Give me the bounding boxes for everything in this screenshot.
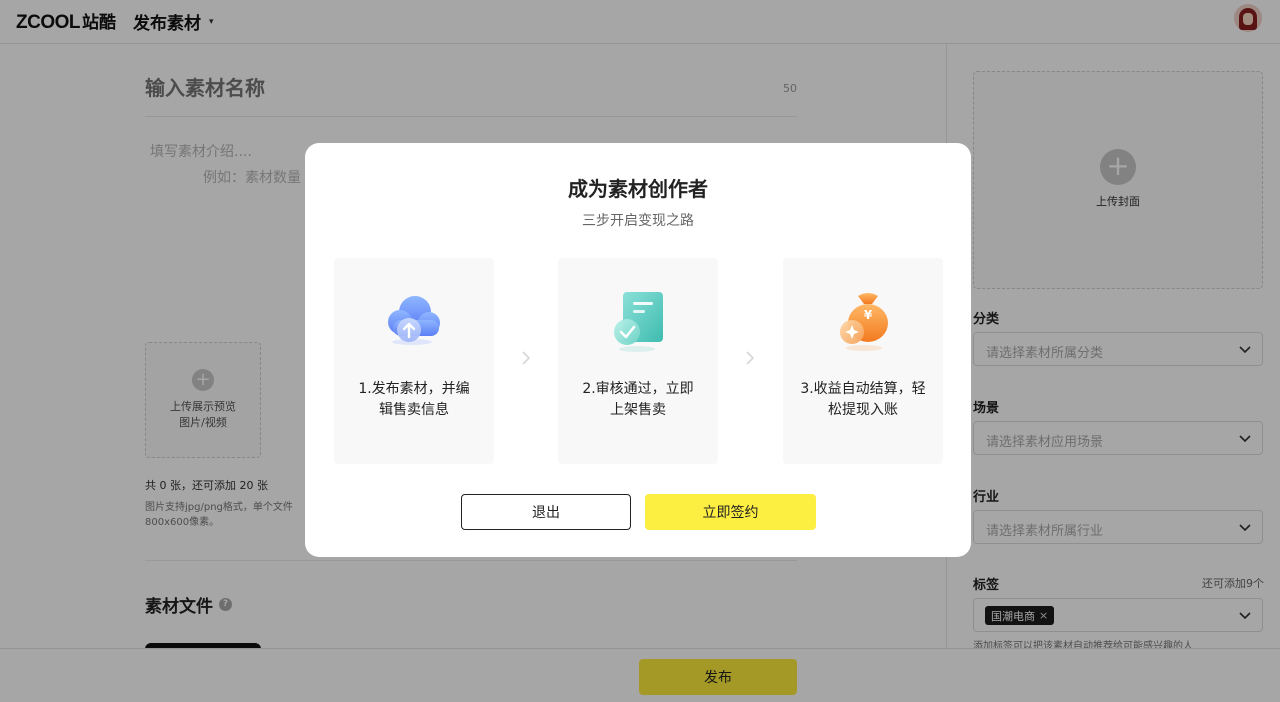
sign-now-button[interactable]: 立即签约 xyxy=(645,494,816,530)
cloud-upload-icon xyxy=(388,296,440,345)
modal-title: 成为素材创作者 xyxy=(568,177,708,201)
step-card-3: ¥ 3.收益自动结算，轻 松提现入账 xyxy=(783,258,943,464)
step-text-1: 1.发布素材，并编 辑售卖信息 xyxy=(348,379,480,421)
step-2-line1: 2.审核通过，立即 xyxy=(582,381,694,397)
step-3-line1: 3.收益自动结算，轻 xyxy=(800,381,926,397)
step-1-line1: 1.发布素材，并编 xyxy=(358,381,470,397)
step-1-line2: 辑售卖信息 xyxy=(379,402,449,418)
money-bag-icon: ¥ xyxy=(840,293,888,351)
step-3-line2: 松提现入账 xyxy=(828,402,898,418)
step-text-2: 2.审核通过，立即 上架售卖 xyxy=(572,379,704,421)
creator-signup-modal: 成为素材创作者 三步开启变现之路 1.发布素材，并编 辑售卖信息 2.审核通过，… xyxy=(305,143,971,557)
modal-subtitle: 三步开启变现之路 xyxy=(582,213,694,229)
chevron-right-icon xyxy=(746,351,755,365)
step-text-3: 3.收益自动结算，轻 松提现入账 xyxy=(797,379,929,421)
step-2-line2: 上架售卖 xyxy=(610,402,666,418)
chevron-right-icon xyxy=(522,351,531,365)
svg-text:¥: ¥ xyxy=(864,308,873,322)
exit-button[interactable]: 退出 xyxy=(461,494,631,530)
step-card-1: 1.发布素材，并编 辑售卖信息 xyxy=(334,258,494,464)
document-check-icon xyxy=(614,292,663,352)
step-card-2: 2.审核通过，立即 上架售卖 xyxy=(558,258,718,464)
